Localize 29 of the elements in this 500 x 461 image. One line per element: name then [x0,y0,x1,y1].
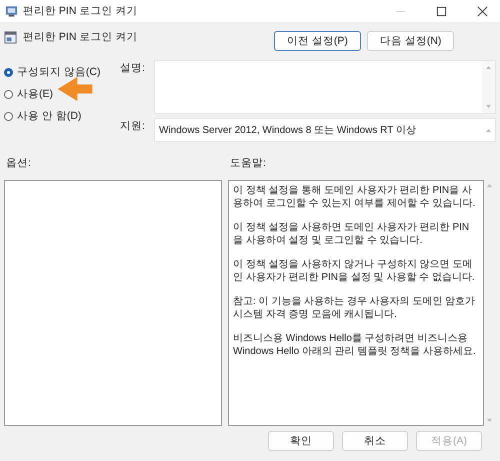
description-field[interactable] [154,60,496,114]
help-paragraph: 이 정책 설정을 통해 도메인 사용자가 편리한 PIN을 사용하여 로그인할 수 있는지 여부를 제어할 수 있습니다. [233,184,476,210]
radio-option[interactable]: 사용 안 함(D) [4,109,120,123]
field-label: 지원: [120,119,146,134]
close-icon[interactable] [477,6,488,16]
radio-option[interactable]: 사용(E) [4,87,120,101]
nav-button[interactable]: 이전 설정(P) [274,31,361,51]
policy-setting-icon [4,30,17,44]
scroll-down-icon[interactable] [486,418,493,423]
window-title: 편리한 PIN 로그인 켜기 [23,4,138,18]
section-label: 옵션: [6,156,32,171]
radio-option[interactable]: 구성되지 않음(C) [4,65,120,79]
field-label: 설명: [120,61,146,76]
dialog-button[interactable]: 확인 [268,431,334,451]
section-label: 도움말: [230,156,266,171]
scroll-up-icon[interactable] [486,183,493,188]
help-paragraph: 비즈니스용 Windows Hello를 구성하려면 비즈니스용 Windows Hello 아래의 관리 템플릿 정책을 사용하세요. [233,332,477,358]
policy-icon [5,5,18,17]
support-field: Windows Server 2012, Windows 8 또는 Windows RT 이상 [154,118,496,142]
help-paragraph: 참고: 이 기능을 사용하는 경우 사용자의 도메인 암호가 시스템 자격 증명 모음에 캐시됩니다. [233,295,476,321]
help-paragraph: 이 정책 설정을 사용하지 않거나 구성하지 않으면 도메인 사용자가 편리한 PIN을 설정 및 사용할 수 없습니다. [233,258,476,284]
scroll-up-icon[interactable] [485,128,492,132]
scroll-down-icon[interactable] [485,104,492,109]
help-paragraph: 이 정책 설정을 사용하면 도메인 사용자가 편리한 PIN을 사용하여 설정 및 로그인할 수 있습니다. [233,221,470,247]
scroll-up-icon[interactable] [485,65,492,70]
setting-heading: 편리한 PIN 로그인 켜기 [23,30,138,44]
dialog-button[interactable]: 취소 [342,431,408,451]
nav-button[interactable]: 다음 설정(N) [366,31,454,51]
maximize-icon[interactable] [436,6,447,16]
